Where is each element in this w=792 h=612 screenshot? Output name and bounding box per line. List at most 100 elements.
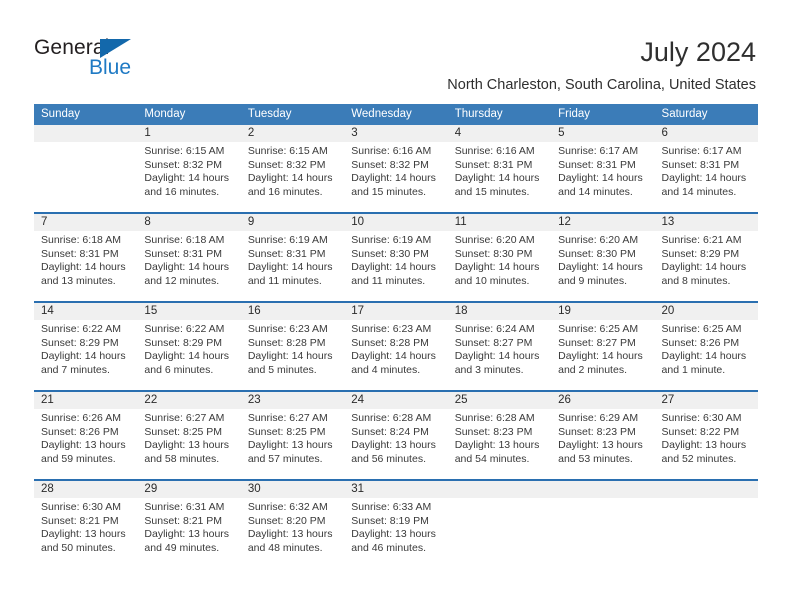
day-cell: Sunrise: 6:23 AM Sunset: 8:28 PM Dayligh… [241,320,344,390]
day-cell [551,498,654,568]
week-row: 7 8 9 10 11 12 13 Sunrise: 6:18 AM Sunse… [34,212,758,301]
page-title: July 2024 [640,37,756,67]
day-cell: Sunrise: 6:32 AM Sunset: 8:20 PM Dayligh… [241,498,344,568]
day-cell [34,142,137,212]
day-number: 12 [558,216,571,228]
sunrise-text: Sunrise: 6:16 AM [351,145,432,157]
daylight-text-line2: and 14 minutes. [558,185,633,198]
daylight-text-line1: Daylight: 14 hours [247,261,333,274]
sunset-text: Sunset: 8:27 PM [454,336,533,349]
sunset-text: Sunset: 8:31 PM [247,247,326,260]
weekday-header-friday: Friday [558,108,591,120]
sunrise-text: Sunrise: 6:28 AM [351,412,432,424]
day-number: 11 [454,216,467,228]
daylight-text-line1: Daylight: 14 hours [247,172,333,185]
sunrise-sunset-calendar: Sunday Monday Tuesday Wednesday Thursday… [34,104,758,568]
day-number: 2 [247,127,255,139]
daylight-text-line1: Daylight: 13 hours [661,439,747,452]
sunset-text: Sunset: 8:28 PM [351,336,429,349]
sunset-text: Sunset: 8:32 PM [351,158,429,171]
sunrise-text: Sunrise: 6:28 AM [454,412,535,424]
day-number: 26 [558,394,571,406]
sunset-text: Sunset: 8:25 PM [144,425,223,438]
daylight-text-line1: Daylight: 13 hours [41,439,126,452]
daylight-text-line2: and 53 minutes. [558,452,633,465]
sunrise-text: Sunrise: 6:27 AM [144,412,225,424]
day-number: 25 [454,394,468,406]
daylight-text-line1: Daylight: 14 hours [41,350,126,363]
day-number [448,481,551,498]
day-cell: Sunrise: 6:15 AM Sunset: 8:32 PM Dayligh… [137,142,240,212]
day-number: 6 [661,127,668,139]
page-subtitle-location: North Charleston, South Carolina, United… [447,77,756,93]
daylight-text-line2: and 13 minutes. [41,274,116,287]
day-cell: Sunrise: 6:20 AM Sunset: 8:30 PM Dayligh… [448,231,551,301]
day-number: 30 [247,483,261,495]
daylight-text-line2: and 16 minutes. [144,185,220,198]
day-number: 22 [144,394,158,406]
day-number: 14 [41,305,54,317]
day-cell: Sunrise: 6:31 AM Sunset: 8:21 PM Dayligh… [137,498,240,568]
day-cell: Sunrise: 6:33 AM Sunset: 8:19 PM Dayligh… [344,498,447,568]
day-cell: Sunrise: 6:25 AM Sunset: 8:26 PM Dayligh… [655,320,758,390]
week-daynumber-strip: 14 15 16 17 18 19 20 [34,303,758,320]
sunrise-text: Sunrise: 6:16 AM [454,145,535,157]
day-number [551,481,654,498]
sunrise-text: Sunrise: 6:20 AM [558,234,639,246]
day-cell: Sunrise: 6:28 AM Sunset: 8:24 PM Dayligh… [344,409,447,479]
daylight-text-line2: and 12 minutes. [144,274,220,287]
day-cell: Sunrise: 6:17 AM Sunset: 8:31 PM Dayligh… [655,142,758,212]
day-number: 28 [41,483,54,495]
sunset-text: Sunset: 8:31 PM [661,158,740,171]
day-cell: Sunrise: 6:16 AM Sunset: 8:31 PM Dayligh… [448,142,551,212]
sunrise-text: Sunrise: 6:30 AM [41,501,121,513]
sunrise-text: Sunrise: 6:15 AM [144,145,225,157]
sunrise-text: Sunrise: 6:19 AM [351,234,432,246]
week-row: 28 29 30 31 Sunrise: 6:30 AM Sunset: 8:2… [34,479,758,568]
daylight-text-line1: Daylight: 13 hours [144,528,230,541]
sunset-text: Sunset: 8:31 PM [144,247,223,260]
day-number: 23 [247,394,261,406]
daylight-text-line1: Daylight: 14 hours [144,350,230,363]
sunrise-text: Sunrise: 6:32 AM [247,501,328,513]
daylight-text-line2: and 49 minutes. [144,541,220,554]
day-number: 24 [351,394,365,406]
day-cell: Sunrise: 6:26 AM Sunset: 8:26 PM Dayligh… [34,409,137,479]
daylight-text-line2: and 2 minutes. [558,363,627,376]
day-cell: Sunrise: 6:30 AM Sunset: 8:22 PM Dayligh… [655,409,758,479]
sunset-text: Sunset: 8:31 PM [454,158,533,171]
sunset-text: Sunset: 8:31 PM [41,247,119,260]
sunset-text: Sunset: 8:30 PM [454,247,533,260]
sunset-text: Sunset: 8:23 PM [558,425,636,438]
day-cell: Sunrise: 6:17 AM Sunset: 8:31 PM Dayligh… [551,142,654,212]
logo-text-blue: Blue [89,56,132,79]
week-daynumber-strip: 7 8 9 10 11 12 13 [34,214,758,231]
daylight-text-line1: Daylight: 13 hours [558,439,643,452]
day-cell: Sunrise: 6:27 AM Sunset: 8:25 PM Dayligh… [137,409,240,479]
daylight-text-line1: Daylight: 14 hours [558,261,643,274]
daylight-text-line2: and 16 minutes. [247,185,323,198]
sunset-text: Sunset: 8:30 PM [558,247,636,260]
daylight-text-line2: and 9 minutes. [558,274,627,287]
day-number: 29 [144,483,158,495]
day-number: 21 [41,394,54,406]
sunrise-text: Sunrise: 6:26 AM [41,412,121,424]
sunrise-text: Sunrise: 6:25 AM [661,323,742,335]
daylight-text-line1: Daylight: 13 hours [41,528,126,541]
daylight-text-line1: Daylight: 14 hours [41,261,126,274]
weekday-header-monday: Monday [144,108,186,120]
sunrise-text: Sunrise: 6:23 AM [247,323,328,335]
sunset-text: Sunset: 8:32 PM [144,158,223,171]
day-cell: Sunrise: 6:21 AM Sunset: 8:29 PM Dayligh… [655,231,758,301]
day-cell: Sunrise: 6:15 AM Sunset: 8:32 PM Dayligh… [241,142,344,212]
sunrise-text: Sunrise: 6:17 AM [661,145,742,157]
daylight-text-line2: and 11 minutes. [247,274,322,287]
sunrise-text: Sunrise: 6:27 AM [247,412,328,424]
day-cell: Sunrise: 6:19 AM Sunset: 8:30 PM Dayligh… [344,231,447,301]
page-header: General Blue July 2024 North Charleston,… [0,0,792,100]
weekday-header-row: Sunday Monday Tuesday Wednesday Thursday… [34,104,758,125]
day-cell: Sunrise: 6:18 AM Sunset: 8:31 PM Dayligh… [137,231,240,301]
week-detail-strip: Sunrise: 6:22 AM Sunset: 8:29 PM Dayligh… [34,320,758,390]
sunrise-text: Sunrise: 6:19 AM [247,234,328,246]
weekday-header-saturday: Saturday [661,108,708,120]
